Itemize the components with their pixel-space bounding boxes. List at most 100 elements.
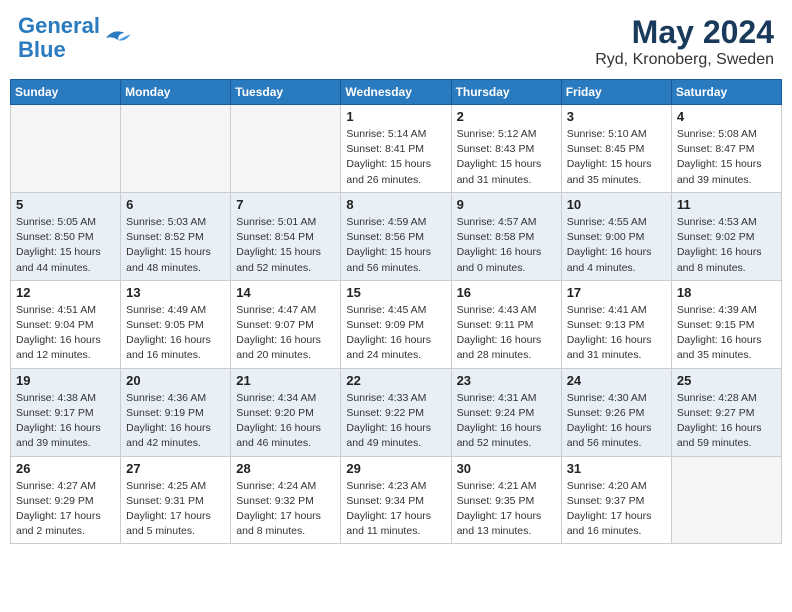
title-area: May 2024 Ryd, Kronoberg, Sweden	[595, 14, 774, 69]
day-detail: Sunrise: 4:21 AM Sunset: 9:35 PM Dayligh…	[457, 479, 556, 540]
day-detail: Sunrise: 4:31 AM Sunset: 9:24 PM Dayligh…	[457, 391, 556, 452]
weekday-header-thursday: Thursday	[451, 80, 561, 105]
calendar-cell: 15 Sunrise: 4:45 AM Sunset: 9:09 PM Dayli…	[341, 280, 451, 368]
day-number: 6	[126, 197, 225, 212]
day-detail: Sunrise: 5:03 AM Sunset: 8:52 PM Dayligh…	[126, 215, 225, 276]
day-detail: Sunrise: 5:01 AM Sunset: 8:54 PM Dayligh…	[236, 215, 335, 276]
calendar-cell: 16Sunrise: 4:43 AM Sunset: 9:11 PM Dayli…	[451, 280, 561, 368]
calendar-cell: 4Sunrise: 5:08 AM Sunset: 8:47 PM Daylig…	[671, 105, 781, 193]
calendar-cell: 24 Sunrise: 4:30 AM Sunset: 9:26 PM Dayli…	[561, 368, 671, 456]
day-detail: Sunrise: 4:45 AM Sunset: 9:09 PM Dayligh…	[346, 303, 445, 364]
day-detail: Sunrise: 5:12 AM Sunset: 8:43 PM Dayligh…	[457, 127, 556, 188]
day-number: 5	[16, 197, 115, 212]
logo: GeneralBlue	[18, 14, 132, 62]
day-number: 16	[457, 285, 556, 300]
day-detail: Sunrise: 4:24 AM Sunset: 9:32 PM Dayligh…	[236, 479, 335, 540]
day-detail: Sunrise: 4:30 AM Sunset: 9:26 PM Dayligh…	[567, 391, 666, 452]
day-number: 19	[16, 373, 115, 388]
calendar-week-row: 19Sunrise: 4:38 AM Sunset: 9:17 PM Dayli…	[11, 368, 782, 456]
weekday-header-wednesday: Wednesday	[341, 80, 451, 105]
day-detail: Sunrise: 4:34 AM Sunset: 9:20 PM Dayligh…	[236, 391, 335, 452]
day-number: 10	[567, 197, 666, 212]
day-number: 26	[16, 461, 115, 476]
day-detail: Sunrise: 5:14 AM Sunset: 8:41 PM Dayligh…	[346, 127, 445, 188]
calendar-table: SundayMondayTuesdayWednesdayThursdayFrid…	[10, 79, 782, 544]
day-number: 1	[346, 109, 445, 124]
day-detail: Sunrise: 5:05 AM Sunset: 8:50 PM Dayligh…	[16, 215, 115, 276]
day-number: 25	[677, 373, 776, 388]
day-detail: Sunrise: 4:55 AM Sunset: 9:00 PM Dayligh…	[567, 215, 666, 276]
day-number: 31	[567, 461, 666, 476]
calendar-cell: 22 Sunrise: 4:33 AM Sunset: 9:22 PM Dayli…	[341, 368, 451, 456]
calendar-cell: 2 Sunrise: 5:12 AM Sunset: 8:43 PM Daylig…	[451, 105, 561, 193]
calendar-cell: 1 Sunrise: 5:14 AM Sunset: 8:41 PM Daylig…	[341, 105, 451, 193]
day-detail: Sunrise: 4:39 AM Sunset: 9:15 PM Dayligh…	[677, 303, 776, 364]
day-detail: Sunrise: 4:28 AM Sunset: 9:27 PM Dayligh…	[677, 391, 776, 452]
calendar-cell: 30 Sunrise: 4:21 AM Sunset: 9:35 PM Dayli…	[451, 456, 561, 544]
calendar-cell: 31 Sunrise: 4:20 AM Sunset: 9:37 PM Dayli…	[561, 456, 671, 544]
day-number: 30	[457, 461, 556, 476]
day-number: 20	[126, 373, 225, 388]
calendar-cell: 17Sunrise: 4:41 AM Sunset: 9:13 PM Dayli…	[561, 280, 671, 368]
logo-text: GeneralBlue	[18, 14, 100, 62]
calendar-cell: 23 Sunrise: 4:31 AM Sunset: 9:24 PM Dayli…	[451, 368, 561, 456]
day-detail: Sunrise: 4:23 AM Sunset: 9:34 PM Dayligh…	[346, 479, 445, 540]
page-header: GeneralBlue May 2024 Ryd, Kronoberg, Swe…	[10, 10, 782, 73]
day-number: 23	[457, 373, 556, 388]
calendar-cell: 5 Sunrise: 5:05 AM Sunset: 8:50 PM Daylig…	[11, 192, 121, 280]
calendar-cell: 25 Sunrise: 4:28 AM Sunset: 9:27 PM Dayli…	[671, 368, 781, 456]
calendar-cell: 10 Sunrise: 4:55 AM Sunset: 9:00 PM Dayli…	[561, 192, 671, 280]
main-title: May 2024	[595, 14, 774, 51]
calendar-cell: 20 Sunrise: 4:36 AM Sunset: 9:19 PM Dayli…	[121, 368, 231, 456]
day-number: 7	[236, 197, 335, 212]
calendar-cell: 12 Sunrise: 4:51 AM Sunset: 9:04 PM Dayli…	[11, 280, 121, 368]
weekday-header-tuesday: Tuesday	[231, 80, 341, 105]
day-detail: Sunrise: 4:51 AM Sunset: 9:04 PM Dayligh…	[16, 303, 115, 364]
weekday-header-friday: Friday	[561, 80, 671, 105]
calendar-cell: 28 Sunrise: 4:24 AM Sunset: 9:32 PM Dayli…	[231, 456, 341, 544]
calendar-cell: 13Sunrise: 4:49 AM Sunset: 9:05 PM Dayli…	[121, 280, 231, 368]
day-number: 28	[236, 461, 335, 476]
day-number: 15	[346, 285, 445, 300]
day-number: 29	[346, 461, 445, 476]
calendar-cell: 7 Sunrise: 5:01 AM Sunset: 8:54 PM Daylig…	[231, 192, 341, 280]
weekday-header-sunday: Sunday	[11, 80, 121, 105]
day-detail: Sunrise: 4:33 AM Sunset: 9:22 PM Dayligh…	[346, 391, 445, 452]
logo-bird-icon	[102, 26, 132, 50]
calendar-cell: 11Sunrise: 4:53 AM Sunset: 9:02 PM Dayli…	[671, 192, 781, 280]
day-number: 2	[457, 109, 556, 124]
calendar-cell: 14Sunrise: 4:47 AM Sunset: 9:07 PM Dayli…	[231, 280, 341, 368]
calendar-week-row: 5 Sunrise: 5:05 AM Sunset: 8:50 PM Daylig…	[11, 192, 782, 280]
day-detail: Sunrise: 5:08 AM Sunset: 8:47 PM Dayligh…	[677, 127, 776, 188]
day-detail: Sunrise: 4:20 AM Sunset: 9:37 PM Dayligh…	[567, 479, 666, 540]
subtitle: Ryd, Kronoberg, Sweden	[595, 51, 774, 69]
calendar-cell: 6 Sunrise: 5:03 AM Sunset: 8:52 PM Daylig…	[121, 192, 231, 280]
day-number: 21	[236, 373, 335, 388]
weekday-header-row: SundayMondayTuesdayWednesdayThursdayFrid…	[11, 80, 782, 105]
weekday-header-monday: Monday	[121, 80, 231, 105]
calendar-cell: 29 Sunrise: 4:23 AM Sunset: 9:34 PM Dayli…	[341, 456, 451, 544]
day-detail: Sunrise: 4:27 AM Sunset: 9:29 PM Dayligh…	[16, 479, 115, 540]
day-number: 12	[16, 285, 115, 300]
calendar-cell: 3 Sunrise: 5:10 AM Sunset: 8:45 PM Daylig…	[561, 105, 671, 193]
calendar-cell	[11, 105, 121, 193]
calendar-cell	[121, 105, 231, 193]
day-detail: Sunrise: 4:53 AM Sunset: 9:02 PM Dayligh…	[677, 215, 776, 276]
day-detail: Sunrise: 4:49 AM Sunset: 9:05 PM Dayligh…	[126, 303, 225, 364]
day-number: 8	[346, 197, 445, 212]
calendar-cell: 26 Sunrise: 4:27 AM Sunset: 9:29 PM Dayli…	[11, 456, 121, 544]
day-number: 17	[567, 285, 666, 300]
day-number: 22	[346, 373, 445, 388]
day-detail: Sunrise: 4:25 AM Sunset: 9:31 PM Dayligh…	[126, 479, 225, 540]
calendar-cell	[231, 105, 341, 193]
day-number: 24	[567, 373, 666, 388]
calendar-cell	[671, 456, 781, 544]
calendar-cell: 8Sunrise: 4:59 AM Sunset: 8:56 PM Daylig…	[341, 192, 451, 280]
calendar-cell: 27 Sunrise: 4:25 AM Sunset: 9:31 PM Dayli…	[121, 456, 231, 544]
day-detail: Sunrise: 4:36 AM Sunset: 9:19 PM Dayligh…	[126, 391, 225, 452]
day-number: 14	[236, 285, 335, 300]
day-number: 27	[126, 461, 225, 476]
day-number: 3	[567, 109, 666, 124]
calendar-cell: 9Sunrise: 4:57 AM Sunset: 8:58 PM Daylig…	[451, 192, 561, 280]
day-detail: Sunrise: 5:10 AM Sunset: 8:45 PM Dayligh…	[567, 127, 666, 188]
